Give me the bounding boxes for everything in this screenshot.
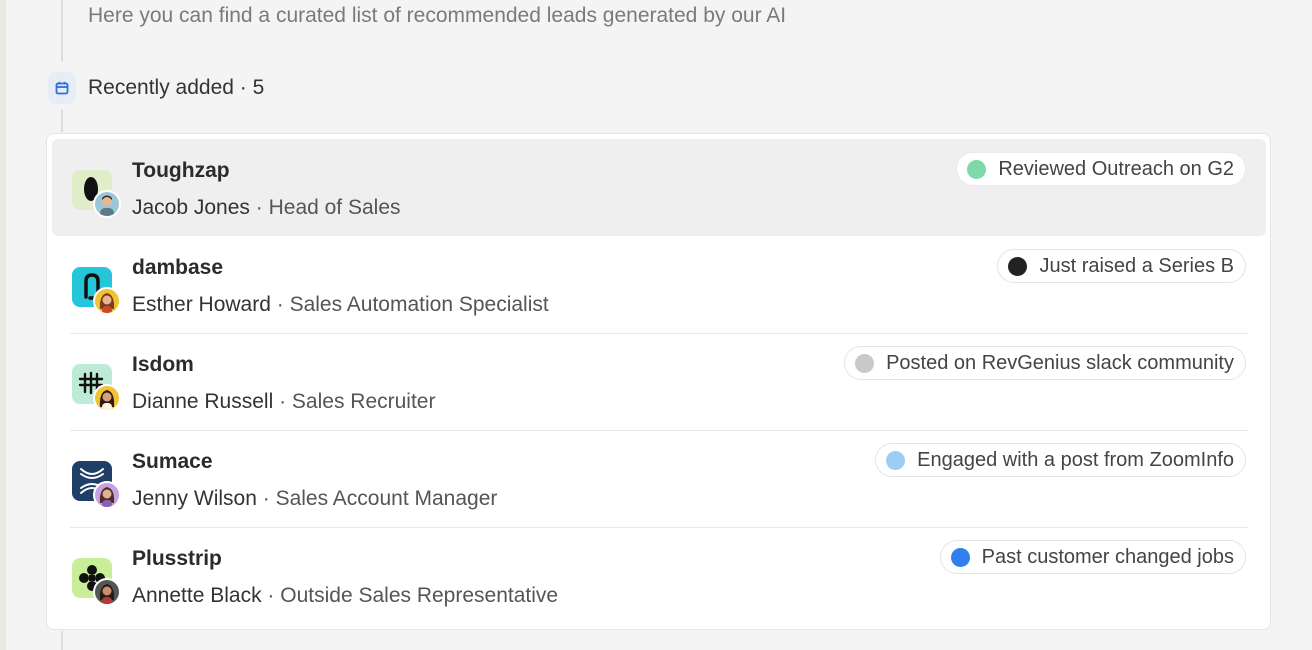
contact-name: Dianne Russell — [132, 390, 274, 413]
calendar-icon — [48, 72, 76, 104]
timeline-line — [61, 0, 63, 62]
signal-label: Reviewed Outreach on G2 — [998, 157, 1234, 180]
contact-name: Jacob Jones — [132, 196, 250, 219]
row-divider — [70, 333, 1248, 334]
avatar — [93, 578, 121, 606]
separator: · — [249, 196, 269, 219]
signal-dot-icon — [950, 547, 970, 567]
separator: · — [261, 584, 281, 607]
signal-dot-icon — [855, 353, 875, 373]
contact-name: Esther Howard — [132, 293, 271, 316]
lead-person: Annette Black · Outside Sales Representa… — [132, 584, 558, 608]
lead-row[interactable]: Toughzap Jacob Jones · Head of Sales Rev… — [52, 139, 1266, 236]
timeline-line — [61, 110, 63, 132]
section-label: Recently added · 5 — [88, 76, 265, 99]
avatar — [93, 190, 121, 218]
contact-name: Jenny Wilson — [132, 487, 257, 510]
leads-card: Toughzap Jacob Jones · Head of Sales Rev… — [46, 133, 1271, 630]
company-name: Plusstrip — [132, 547, 222, 570]
signal-chip[interactable]: Reviewed Outreach on G2 — [956, 152, 1246, 186]
signal-dot-icon — [886, 450, 906, 470]
row-divider — [70, 430, 1248, 431]
contact-role: Sales Recruiter — [291, 390, 436, 413]
contact-name: Annette Black — [132, 584, 262, 607]
timeline-line — [61, 631, 63, 650]
lead-row[interactable]: Plusstrip Annette Black · Outside Sales … — [52, 527, 1266, 624]
signal-label: Just raised a Series B — [1039, 254, 1234, 277]
page-subtitle: Here you can find a curated list of reco… — [88, 4, 787, 27]
signal-label: Posted on RevGenius slack community — [886, 351, 1234, 374]
signal-chip[interactable]: Past customer changed jobs — [939, 540, 1246, 574]
contact-role: Sales Automation Specialist — [289, 293, 549, 316]
signal-chip[interactable]: Engaged with a post from ZoomInfo — [875, 443, 1246, 477]
lead-person: Jacob Jones · Head of Sales — [132, 196, 401, 220]
signal-label: Past customer changed jobs — [981, 545, 1234, 568]
signal-dot-icon — [967, 159, 987, 179]
signal-chip[interactable]: Posted on RevGenius slack community — [844, 346, 1246, 380]
avatar — [93, 287, 121, 315]
signal-dot-icon — [1008, 256, 1028, 276]
lead-row[interactable]: dambase Esther Howard · Sales Automation… — [52, 236, 1266, 333]
section-header: Recently added · 5 — [48, 72, 264, 104]
company-name: Toughzap — [132, 159, 230, 182]
separator: · — [256, 487, 276, 510]
lead-person: Jenny Wilson · Sales Account Manager — [132, 487, 497, 511]
lead-person: Esther Howard · Sales Automation Special… — [132, 293, 549, 317]
avatar — [93, 481, 121, 509]
company-name: Isdom — [132, 353, 194, 376]
left-edge — [0, 0, 6, 650]
lead-row[interactable]: Isdom Dianne Russell · Sales Recruiter P… — [52, 333, 1266, 430]
avatar — [93, 384, 121, 412]
lead-person: Dianne Russell · Sales Recruiter — [132, 390, 435, 414]
leads-page: Here you can find a curated list of reco… — [0, 0, 1312, 650]
row-divider — [70, 527, 1248, 528]
company-name: Sumace — [132, 450, 213, 473]
contact-role: Sales Account Manager — [275, 487, 498, 510]
separator: · — [273, 390, 292, 413]
separator: · — [270, 293, 290, 316]
contact-role: Head of Sales — [268, 196, 401, 219]
signal-chip[interactable]: Just raised a Series B — [997, 249, 1246, 283]
signal-label: Engaged with a post from ZoomInfo — [917, 448, 1234, 471]
lead-row[interactable]: Sumace Jenny Wilson · Sales Account Mana… — [52, 430, 1266, 527]
company-name: dambase — [132, 256, 224, 279]
contact-role: Outside Sales Representative — [280, 584, 559, 607]
